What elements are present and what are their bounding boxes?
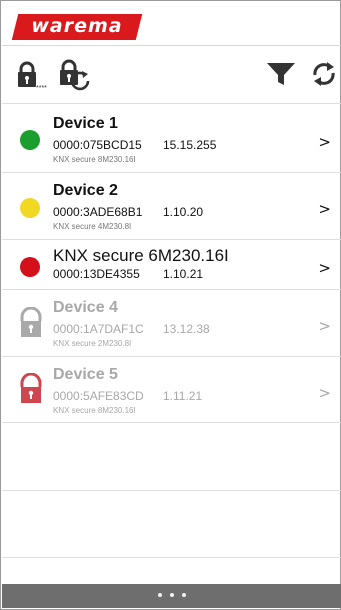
device-title: KNX secure 6M230.16I <box>53 246 229 265</box>
app-header: warema <box>2 2 341 46</box>
empty-divider <box>2 490 341 491</box>
status-dot-green <box>20 130 40 150</box>
status-dot-yellow <box>20 198 40 218</box>
chevron-right-icon: > <box>318 384 331 402</box>
warema-logo: warema <box>11 14 143 40</box>
refresh-icon[interactable] <box>311 59 337 89</box>
page-dot <box>157 593 162 597</box>
device-title: Device 1 <box>53 115 118 132</box>
device-ip: 1.10.20 <box>163 205 204 219</box>
lock-icon <box>20 307 42 337</box>
toolbar: **** <box>2 47 341 103</box>
filter-icon[interactable] <box>266 61 296 87</box>
page-dot <box>181 593 186 597</box>
bottom-bar <box>2 584 341 608</box>
device-row[interactable]: Device 2 0000:3ADE68B1 1.10.20 KNX secur… <box>2 172 341 239</box>
device-address: 0000:5AFE83CD <box>53 389 144 403</box>
device-type: KNX secure 4M230.8I <box>53 222 132 231</box>
status-dot-red <box>20 257 40 277</box>
chevron-right-icon: > <box>318 133 331 151</box>
lock-refresh-icon[interactable] <box>58 59 94 91</box>
logo-text: warema <box>31 15 123 37</box>
lock-key-mask: **** <box>36 85 47 91</box>
device-ip: 15.15.255 <box>163 138 217 152</box>
app-frame: warema **** Device 1 0000:075BCD15 15.15… <box>0 0 341 610</box>
chevron-right-icon: > <box>318 259 331 277</box>
device-type: KNX secure 2M230.8I <box>53 339 132 348</box>
device-title: Device 5 <box>53 366 118 383</box>
empty-divider <box>2 557 341 558</box>
device-address: 0000:1A7DAF1C <box>53 322 144 336</box>
device-address: 0000:3ADE68B1 <box>53 205 143 219</box>
device-address: 0000:13DE4355 <box>53 267 140 281</box>
device-address: 0000:075BCD15 <box>53 138 142 152</box>
device-ip: 1.10.21 <box>163 267 204 281</box>
device-ip: 1.11.21 <box>163 389 203 403</box>
device-row[interactable]: Device 1 0000:075BCD15 15.15.255 KNX sec… <box>2 103 341 172</box>
device-list: Device 1 0000:075BCD15 15.15.255 KNX sec… <box>2 103 341 423</box>
device-type: KNX secure 8M230.16I <box>53 155 136 164</box>
device-row[interactable]: KNX secure 6M230.16I 0000:13DE4355 1.10.… <box>2 239 341 289</box>
chevron-right-icon: > <box>318 200 331 218</box>
device-title: Device 2 <box>53 182 118 199</box>
device-row[interactable]: Device 4 0000:1A7DAF1C 13.12.38 KNX secu… <box>2 289 341 356</box>
lock-key-icon[interactable]: **** <box>16 61 52 91</box>
page-indicator[interactable] <box>2 593 341 597</box>
page-dot <box>169 593 174 597</box>
device-ip: 13.12.38 <box>163 322 210 336</box>
lock-icon <box>20 373 42 403</box>
device-row[interactable]: Device 5 0000:5AFE83CD 1.11.21 KNX secur… <box>2 356 341 423</box>
chevron-right-icon: > <box>318 317 331 335</box>
device-type: KNX secure 8M230.16I <box>53 406 136 415</box>
device-title: Device 4 <box>53 299 118 316</box>
